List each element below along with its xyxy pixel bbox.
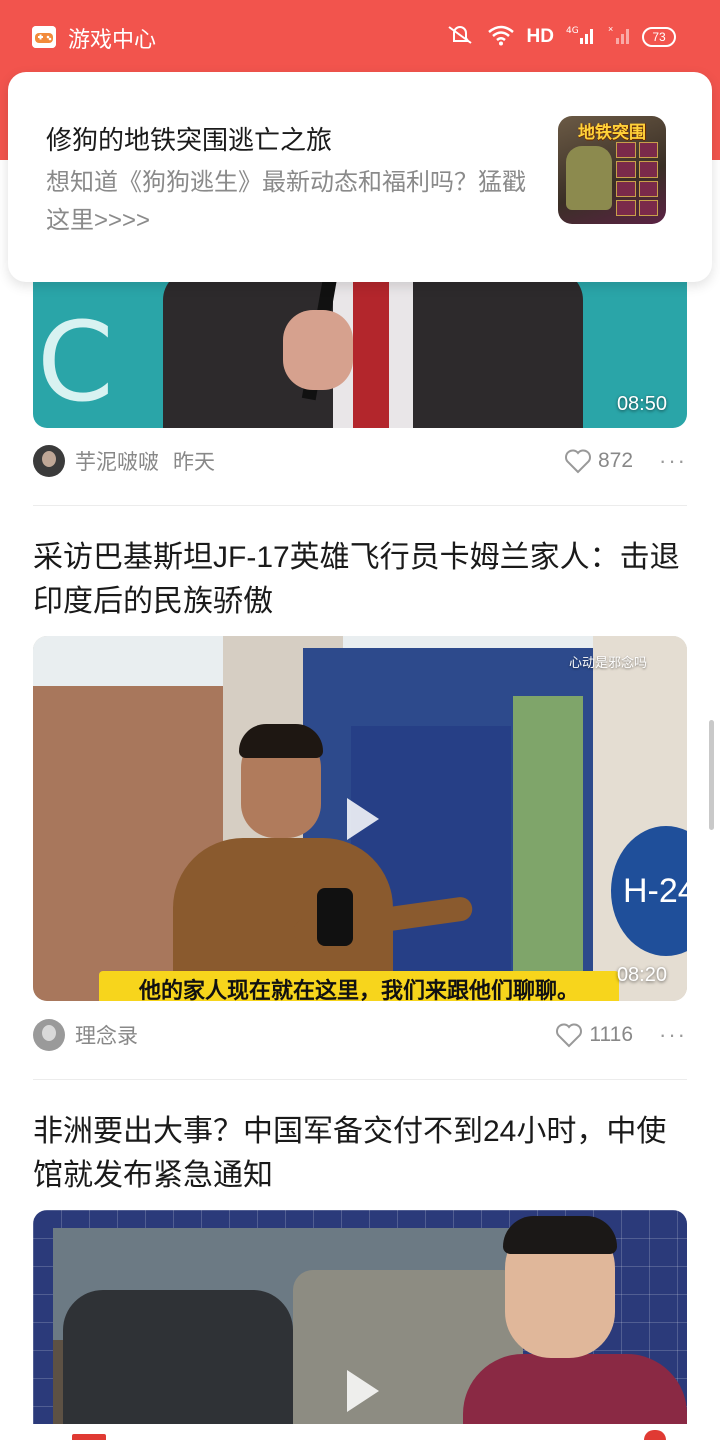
battery-icon: 73 [642,27,676,47]
article-title-2[interactable]: 采访巴基斯坦JF-17英雄飞行员卡姆兰家人：击退印度后的民族骄傲 [33,536,687,624]
svg-text:4G: 4G [566,26,579,36]
game-thumbnail-title: 地铁突围 [578,123,646,142]
wifi-icon [487,24,515,51]
author-avatar[interactable] [33,1019,65,1051]
video-thumbnail-2[interactable]: H-24 心动是邪念吗 他的家人现在就在这里，我们来跟他们聊聊。 08:20 [33,636,687,1001]
more-dots-icon[interactable]: ··· [659,1022,687,1048]
video-subtitle: 他的家人现在就在这里，我们来跟他们聊聊。 [99,971,619,1001]
soldiers-image [63,1290,293,1440]
signal-icon: 4G [566,24,596,51]
divider [33,505,687,506]
author-name[interactable]: 芋泥啵啵 [75,446,159,476]
app-name: 游戏中心 [68,27,157,52]
item-meta-1: 芋泥啵啵 昨天 872 ··· [33,441,687,481]
notification-title: 修狗的地铁突围逃亡之旅 [46,125,333,155]
game-promo-notification[interactable]: 修狗的地铁突围逃亡之旅 想知道《狗狗逃生》最新动态和福利吗？猛戳这里>>>> 地… [8,72,712,282]
signal-2-icon: × [608,24,630,51]
author-avatar[interactable] [33,445,65,477]
more-dots-icon[interactable]: ··· [659,448,687,474]
bottom-nav-bar [0,1424,720,1440]
play-icon[interactable] [329,1360,391,1422]
microphone-image [317,888,353,946]
game-inventory-image [616,142,658,216]
scrollbar[interactable] [709,720,714,830]
divider [33,1079,687,1080]
video-watermark: 心动是邪念吗 [568,655,647,670]
notification-body: 想知道《狗狗逃生》最新动态和福利吗？猛戳这里>>>> [46,169,526,234]
news-feed: C 08:50 芋泥啵啵 昨天 872 ··· 采访巴基斯坦JF-17英雄飞行员… [0,160,720,1440]
video-thumbnail-3[interactable] [33,1210,687,1440]
like-count: 1116 [589,1023,634,1046]
play-icon[interactable] [329,788,391,850]
author-name[interactable]: 理念录 [75,1020,138,1050]
status-icons: HD 4G × 73 [445,22,676,52]
backdrop-letter-image: C [37,298,114,426]
status-bar: 游戏中心 HD 4G × 73 [0,0,720,72]
post-time: 昨天 [173,451,215,474]
game-character-image [566,146,612,210]
mute-icon [445,23,475,52]
heart-outline-icon[interactable] [555,1022,583,1048]
video-duration: 08:20 [616,964,667,986]
video-thumbnail-1[interactable]: C 08:50 [33,280,687,428]
commentator-image [463,1216,687,1440]
bottom-nav-home-icon[interactable] [72,1434,106,1440]
video-duration: 08:50 [616,393,667,415]
game-center-app-icon [32,26,56,48]
svg-text:×: × [608,24,613,34]
heart-outline-icon[interactable] [564,448,592,474]
reporter-image [173,724,393,1001]
like-count: 872 [597,449,634,472]
network-label: HD [526,26,554,47]
article-title-3[interactable]: 非洲要出大事？中国军备交付不到24小时，中使馆就发布紧急通知 [33,1110,687,1198]
game-thumbnail: 地铁突围 [558,116,666,224]
item-meta-2: 理念录 1116 ··· [33,1015,687,1055]
